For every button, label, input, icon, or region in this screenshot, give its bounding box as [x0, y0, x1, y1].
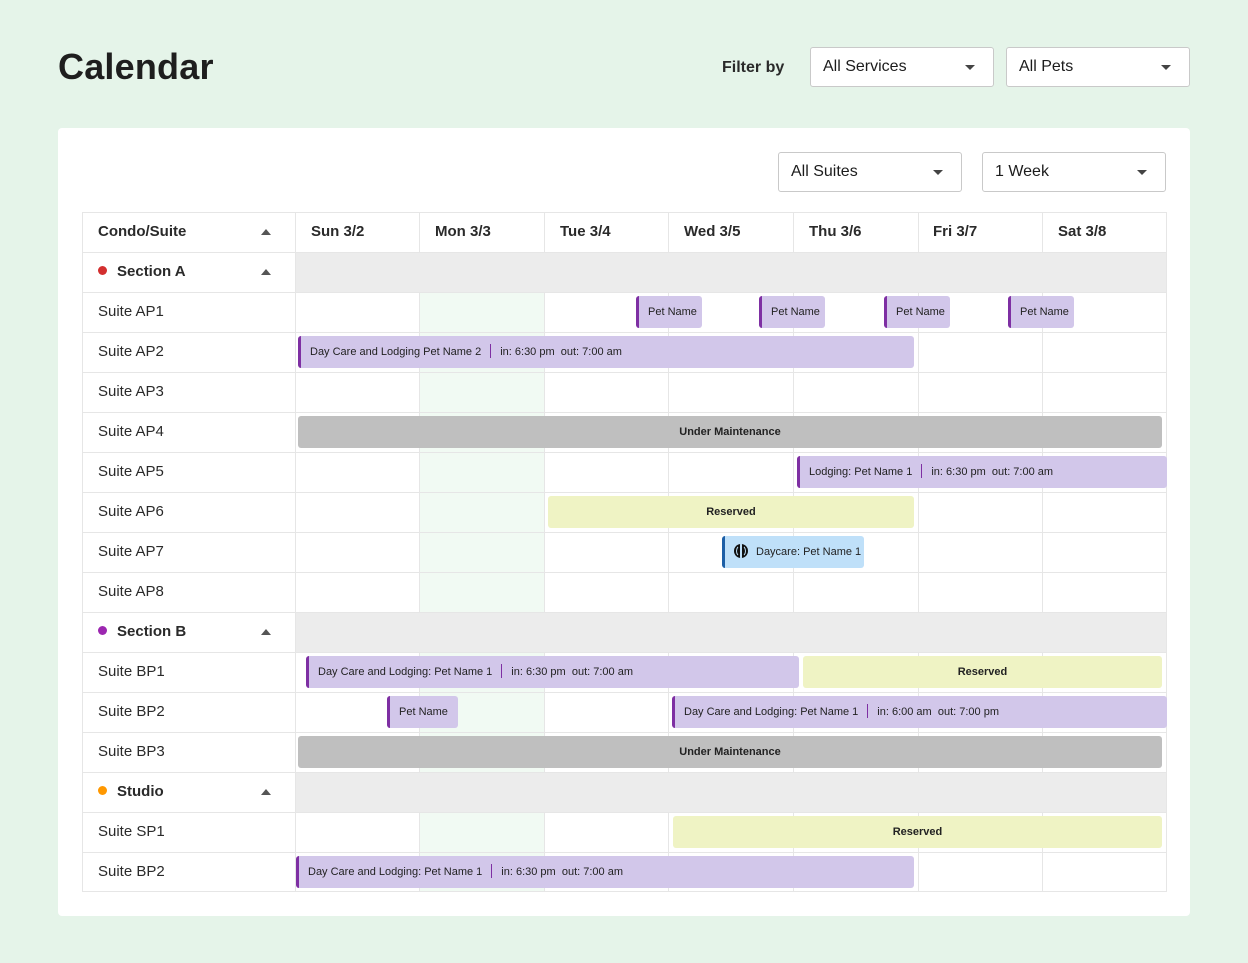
section-band	[295, 612, 1167, 652]
booking-event[interactable]: Pet Name	[884, 296, 950, 328]
services-select-value: All Services	[823, 58, 907, 75]
pets-select-value: All Pets	[1019, 58, 1074, 75]
maintenance-event[interactable]: Under Maintenance	[298, 416, 1162, 448]
booking-event[interactable]: Pet Name	[1008, 296, 1074, 328]
event-label: Day Care and Lodging: Pet Name 1	[684, 706, 859, 718]
suite-label: Suite AP6	[98, 503, 164, 520]
caret-down-icon	[933, 170, 943, 175]
event-label: Reserved	[706, 506, 756, 518]
booking-event[interactable]: Day Care and Lodging Pet Name 2 in: 6:30 …	[298, 336, 914, 368]
event-label: Day Care and Lodging: Pet Name 1	[308, 866, 483, 878]
check-in-time: in: 6:30 pm	[511, 666, 566, 678]
section-name: Section A	[117, 263, 186, 280]
booking-event[interactable]: Pet Name	[759, 296, 825, 328]
booking-event[interactable]: Pet Name	[387, 696, 458, 728]
event-label: Pet Name	[896, 306, 945, 318]
booking-event[interactable]: Day Care and Lodging: Pet Name 1 in: 6:30…	[296, 856, 914, 888]
maintenance-event[interactable]: Under Maintenance	[298, 736, 1162, 768]
section-header-section-a[interactable]: Section A	[98, 252, 186, 292]
check-in-time: in: 6:30 pm	[931, 466, 986, 478]
suite-label: Suite AP1	[98, 303, 164, 320]
pets-select[interactable]: All Pets	[1006, 47, 1190, 87]
column-header-day: Sun 3/2	[311, 223, 365, 240]
check-out-time: out: 7:00 am	[560, 346, 622, 358]
reserved-event[interactable]: Reserved	[548, 496, 914, 528]
suites-select-value: All Suites	[791, 163, 858, 180]
event-label: Day Care and Lodging Pet Name 2	[310, 346, 482, 358]
suite-label: Suite SP1	[98, 823, 165, 840]
column-header-day: Fri 3/7	[933, 223, 978, 240]
event-label: Reserved	[957, 666, 1008, 678]
ball-icon	[734, 544, 748, 558]
check-out-time: out: 7:00 am	[571, 666, 633, 678]
caret-down-icon	[1137, 170, 1147, 175]
suite-label: Suite AP2	[98, 343, 164, 360]
event-label: Lodging: Pet Name 1	[809, 466, 913, 478]
booking-event[interactable]: Day Care and Lodging: Pet Name 1 in: 6:00…	[672, 696, 1167, 728]
check-in-time: in: 6:30 pm	[500, 346, 555, 358]
collapse-caret-icon[interactable]	[261, 629, 271, 635]
sort-caret-icon[interactable]	[261, 229, 271, 235]
section-color-dot	[98, 626, 107, 635]
suite-label: Suite AP7	[98, 543, 164, 560]
suite-label: Suite AP3	[98, 383, 164, 400]
suite-label: Suite AP8	[98, 583, 164, 600]
calendar-grid: Condo/Suite Sun 3/2 Mon 3/3 Tue 3/4 Wed …	[82, 212, 1167, 892]
section-band	[295, 772, 1167, 812]
services-select[interactable]: All Services	[810, 47, 994, 87]
page-title: Calendar	[58, 46, 214, 87]
check-out-time: out: 7:00 pm	[937, 706, 999, 718]
caret-down-icon	[965, 65, 975, 70]
reserved-event[interactable]: Reserved	[673, 816, 1162, 848]
check-out-time: out: 7:00 am	[561, 866, 623, 878]
section-name: Studio	[117, 783, 164, 800]
booking-event[interactable]: Lodging: Pet Name 1 in: 6:30 pm out: 7:00…	[797, 456, 1167, 488]
daycare-event[interactable]: Daycare: Pet Name 1	[722, 536, 864, 568]
check-in-time: in: 6:00 am	[877, 706, 932, 718]
collapse-caret-icon[interactable]	[261, 789, 271, 795]
section-header-section-b[interactable]: Section B	[98, 612, 186, 652]
suite-label: Suite AP4	[98, 423, 164, 440]
event-label: Reserved	[892, 826, 943, 838]
event-label: Pet Name	[399, 706, 448, 718]
event-label: Pet Name	[771, 306, 820, 318]
section-color-dot	[98, 786, 107, 795]
event-label: Under Maintenance	[679, 746, 781, 758]
suite-label: Suite BP1	[98, 663, 165, 680]
collapse-caret-icon[interactable]	[261, 269, 271, 275]
column-header-day: Sat 3/8	[1058, 223, 1107, 240]
section-header-studio[interactable]: Studio	[98, 772, 164, 812]
section-band	[295, 252, 1167, 292]
check-in-time: in: 6:30 pm	[501, 866, 556, 878]
suite-label: Suite BP2	[98, 863, 165, 880]
column-header-day: Mon 3/3	[435, 223, 491, 240]
filter-label: Filter by	[722, 59, 785, 76]
section-color-dot	[98, 266, 107, 275]
suite-label: Suite BP3	[98, 743, 165, 760]
event-label: Pet Name	[1020, 306, 1069, 318]
event-label: Under Maintenance	[679, 426, 781, 438]
column-header-day: Thu 3/6	[809, 223, 862, 240]
range-select-value: 1 Week	[995, 163, 1049, 180]
check-out-time: out: 7:00 am	[991, 466, 1054, 478]
suite-label: Suite BP2	[98, 703, 165, 720]
column-header-day: Wed 3/5	[684, 223, 741, 240]
booking-event[interactable]: Day Care and Lodging: Pet Name 1 in: 6:30…	[306, 656, 799, 688]
column-header-day: Tue 3/4	[560, 223, 611, 240]
column-header-suite[interactable]: Condo/Suite	[98, 212, 186, 252]
event-label: Daycare: Pet Name 1	[756, 546, 862, 558]
suites-select[interactable]: All Suites	[778, 152, 962, 192]
section-name: Section B	[117, 623, 187, 640]
caret-down-icon	[1161, 65, 1171, 70]
range-select[interactable]: 1 Week	[982, 152, 1166, 192]
reserved-event[interactable]: Reserved	[803, 656, 1162, 688]
event-label: Pet Name	[648, 306, 697, 318]
booking-event[interactable]: Pet Name	[636, 296, 702, 328]
suite-label: Suite AP5	[98, 463, 164, 480]
event-label: Day Care and Lodging: Pet Name 1	[318, 666, 493, 678]
